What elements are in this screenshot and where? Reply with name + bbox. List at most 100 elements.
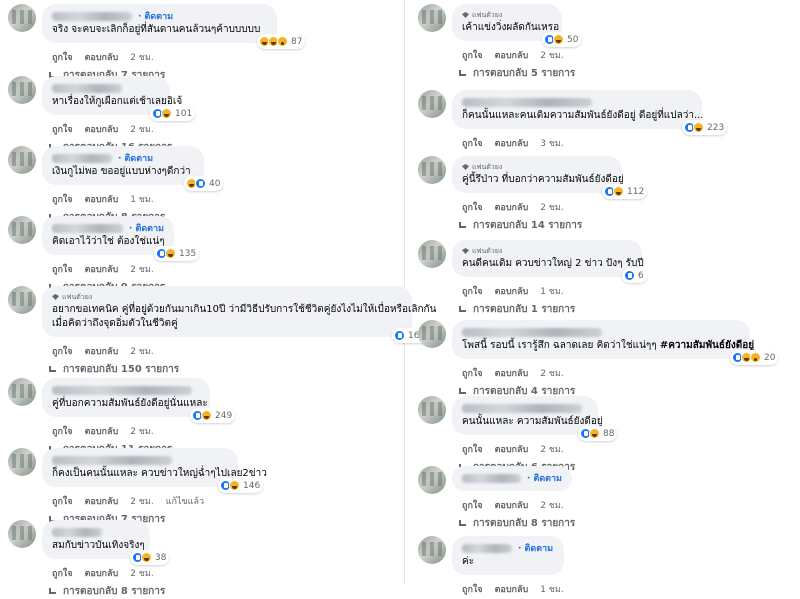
commenter-name-blurred[interactable] <box>52 385 192 395</box>
comment-timestamp[interactable]: 2 ชม. <box>130 424 154 438</box>
view-replies-link[interactable]: การตอบกลับ 1 รายการ <box>458 302 575 317</box>
avatar[interactable] <box>418 4 446 32</box>
avatar[interactable] <box>8 216 36 244</box>
like-button[interactable]: ถูกใจ <box>462 48 483 62</box>
commenter-name-blurred[interactable] <box>462 327 602 337</box>
avatar[interactable] <box>418 466 446 494</box>
comment-timestamp[interactable]: 2 ชม. <box>130 262 154 276</box>
avatar[interactable] <box>418 156 446 184</box>
reply-button[interactable]: ตอบกลับ <box>85 344 119 358</box>
reply-button[interactable]: ตอบกลับ <box>495 136 529 150</box>
like-button[interactable]: ถูกใจ <box>462 136 483 150</box>
like-button[interactable]: ถูกใจ <box>52 566 73 580</box>
reply-button[interactable]: ตอบกลับ <box>495 498 529 512</box>
follow-link[interactable]: · ติดตาม <box>118 151 153 165</box>
comment-timestamp[interactable]: 2 ชม. <box>540 48 564 62</box>
like-button[interactable]: ถูกใจ <box>52 344 73 358</box>
reply-button[interactable]: ตอบกลับ <box>85 50 119 64</box>
follow-link[interactable]: · ติดตาม <box>129 221 164 235</box>
like-button[interactable]: ถูกใจ <box>462 442 483 456</box>
like-button[interactable]: ถูกใจ <box>52 192 73 206</box>
commenter-name-blurred[interactable] <box>52 223 123 233</box>
reaction-summary[interactable]: 40 <box>184 176 224 191</box>
avatar[interactable] <box>418 396 446 424</box>
avatar[interactable] <box>418 90 446 118</box>
reply-button[interactable]: ตอบกลับ <box>85 262 119 276</box>
reply-button[interactable]: ตอบกลับ <box>85 192 119 206</box>
view-replies-link[interactable]: การตอบกลับ 8 รายการ <box>48 584 165 599</box>
like-button[interactable]: ถูกใจ <box>52 122 73 136</box>
reaction-summary[interactable]: 50 <box>542 32 582 47</box>
reply-button[interactable]: ตอบกลับ <box>495 48 529 62</box>
reply-button[interactable]: ตอบกลับ <box>85 122 119 136</box>
comment-timestamp[interactable]: 2 ชม. <box>540 498 564 512</box>
reaction-summary[interactable]: 38 <box>130 550 170 565</box>
reaction-summary[interactable]: 6 <box>622 268 647 283</box>
view-replies-link[interactable]: การตอบกลับ 5 รายการ <box>458 66 575 81</box>
comment-timestamp[interactable]: 2 ชม. <box>540 366 564 380</box>
commenter-name-blurred[interactable] <box>52 455 172 465</box>
view-replies-link[interactable]: การตอบกลับ 150 รายการ <box>48 362 179 377</box>
reaction-summary[interactable]: 112 <box>602 184 648 199</box>
like-button[interactable]: ถูกใจ <box>462 366 483 380</box>
like-button[interactable]: ถูกใจ <box>52 262 73 276</box>
follow-link[interactable]: · ติดตาม <box>518 541 553 555</box>
commenter-name-blurred[interactable] <box>462 97 592 107</box>
comment-timestamp[interactable]: 1 ชม. <box>130 192 154 206</box>
like-button[interactable]: ถูกใจ <box>52 424 73 438</box>
reply-button[interactable]: ตอบกลับ <box>495 200 529 214</box>
like-button[interactable]: ถูกใจ <box>462 498 483 512</box>
avatar[interactable] <box>8 448 36 476</box>
commenter-name-blurred[interactable] <box>52 153 112 163</box>
comment-timestamp[interactable]: 3 ชม. <box>540 136 564 150</box>
avatar[interactable] <box>418 320 446 348</box>
comment-timestamp[interactable]: 1 ชม. <box>540 582 564 596</box>
like-button[interactable]: ถูกใจ <box>52 494 73 508</box>
reply-button[interactable]: ตอบกลับ <box>495 366 529 380</box>
comment-timestamp[interactable]: 2 ชม. <box>130 566 154 580</box>
view-replies-link[interactable]: การตอบกลับ 14 รายการ <box>458 218 582 233</box>
like-button[interactable]: ถูกใจ <box>52 50 73 64</box>
avatar[interactable] <box>8 76 36 104</box>
comment-timestamp[interactable]: 2 ชม. <box>130 494 154 508</box>
reaction-summary[interactable]: 88 <box>578 426 618 441</box>
follow-link[interactable]: · ติดตาม <box>138 9 173 23</box>
comment-timestamp[interactable]: 2 ชม. <box>540 442 564 456</box>
comment-timestamp[interactable]: 2 ชม. <box>130 344 154 358</box>
comment-timestamp[interactable]: 2 ชม. <box>130 122 154 136</box>
reply-button[interactable]: ตอบกลับ <box>85 566 119 580</box>
commenter-name-blurred[interactable] <box>462 543 512 553</box>
avatar[interactable] <box>8 146 36 174</box>
reply-button[interactable]: ตอบกลับ <box>495 284 529 298</box>
commenter-name-blurred[interactable] <box>52 83 122 93</box>
like-button[interactable]: ถูกใจ <box>462 284 483 298</box>
like-button[interactable]: ถูกใจ <box>462 582 483 596</box>
reply-button[interactable]: ตอบกลับ <box>85 424 119 438</box>
reaction-summary[interactable]: 87 <box>257 34 306 49</box>
commenter-name-blurred[interactable] <box>52 527 102 537</box>
avatar[interactable] <box>8 378 36 406</box>
avatar[interactable] <box>8 4 36 32</box>
reaction-summary[interactable]: 249 <box>190 408 236 423</box>
comment-timestamp[interactable]: 2 ชม. <box>540 200 564 214</box>
view-replies-link[interactable]: การตอบกลับ 8 รายการ <box>458 516 575 531</box>
commenter-name-blurred[interactable] <box>52 11 132 21</box>
reaction-summary[interactable]: 223 <box>682 120 728 135</box>
reaction-summary[interactable]: 146 <box>218 478 264 493</box>
reaction-summary[interactable]: 20 <box>730 350 779 365</box>
reply-button[interactable]: ตอบกลับ <box>495 442 529 456</box>
avatar[interactable] <box>8 520 36 548</box>
follow-link[interactable]: · ติดตาม <box>527 471 562 485</box>
commenter-name-blurred[interactable] <box>462 403 582 413</box>
reply-button[interactable]: ตอบกลับ <box>85 494 119 508</box>
avatar[interactable] <box>418 536 446 564</box>
commenter-name-blurred[interactable] <box>462 473 521 483</box>
avatar[interactable] <box>8 286 36 314</box>
reaction-summary[interactable]: 135 <box>154 246 200 261</box>
like-button[interactable]: ถูกใจ <box>462 200 483 214</box>
reply-button[interactable]: ตอบกลับ <box>495 582 529 596</box>
comment-timestamp[interactable]: 2 ชม. <box>130 50 154 64</box>
avatar[interactable] <box>418 240 446 268</box>
reaction-summary[interactable]: 101 <box>150 106 196 121</box>
comment-timestamp[interactable]: 1 ชม. <box>540 284 564 298</box>
